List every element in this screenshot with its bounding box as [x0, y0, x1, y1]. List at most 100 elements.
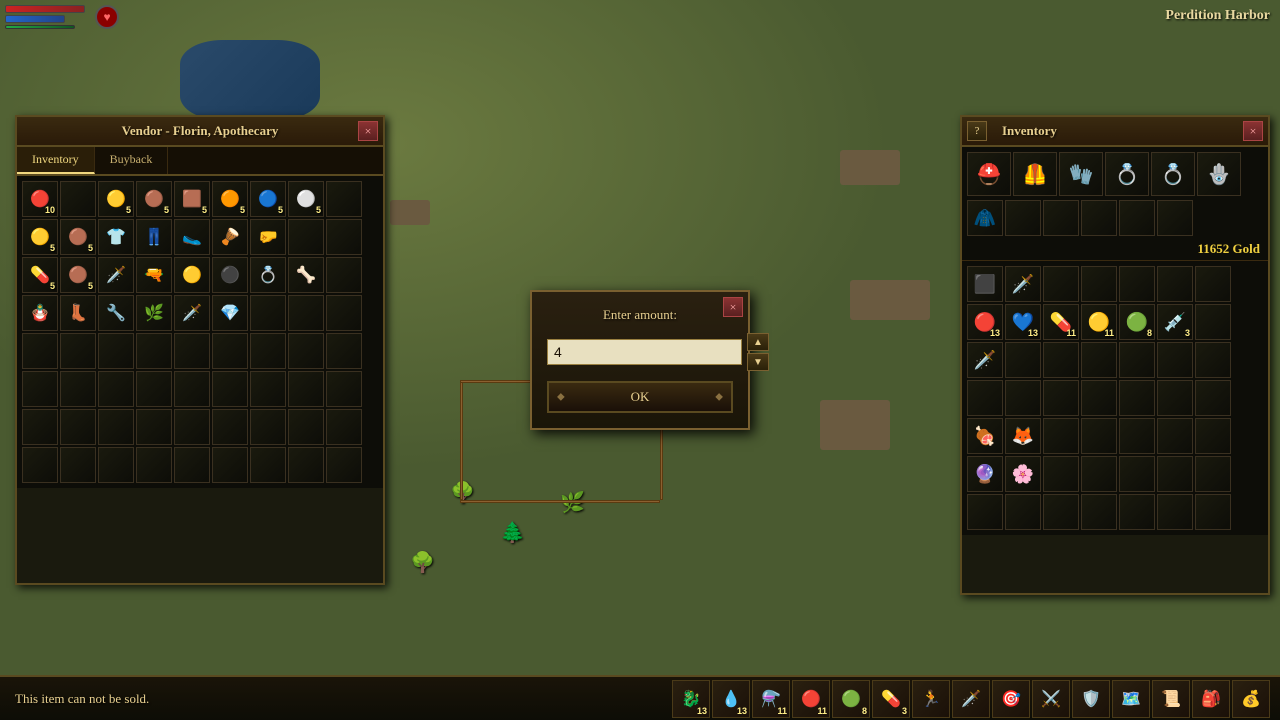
inventory-cell[interactable] — [1043, 418, 1079, 454]
vendor-cell[interactable] — [326, 409, 362, 445]
equipped-cell-2[interactable]: 🧥 — [967, 200, 1003, 236]
hotbar-slot[interactable]: 🎒 — [1192, 680, 1230, 718]
vendor-cell[interactable] — [60, 333, 96, 369]
inventory-cell[interactable]: 🦊 — [1005, 418, 1041, 454]
vendor-cell[interactable]: 🌿 — [136, 295, 172, 331]
vendor-cell[interactable] — [212, 333, 248, 369]
inventory-cell[interactable] — [1157, 266, 1193, 302]
inventory-cell[interactable] — [1043, 456, 1079, 492]
amount-input[interactable] — [547, 339, 742, 365]
inventory-cell[interactable]: 💙13 — [1005, 304, 1041, 340]
vendor-cell[interactable] — [250, 371, 286, 407]
vendor-cell[interactable] — [212, 447, 248, 483]
inventory-cell[interactable] — [1081, 342, 1117, 378]
vendor-cell[interactable] — [326, 219, 362, 255]
vendor-cell[interactable]: 🪆 — [22, 295, 58, 331]
tab-inventory[interactable]: Inventory — [17, 147, 95, 174]
vendor-cell[interactable] — [174, 371, 210, 407]
inventory-cell[interactable] — [1195, 304, 1231, 340]
inventory-cell[interactable]: 🗡️ — [967, 342, 1003, 378]
inventory-cell[interactable] — [1081, 380, 1117, 416]
hotbar-slot[interactable]: 🟢8 — [832, 680, 870, 718]
vendor-cell[interactable] — [60, 371, 96, 407]
vendor-cell[interactable]: 🟫5 — [174, 181, 210, 217]
inventory-cell[interactable] — [1157, 380, 1193, 416]
vendor-cell[interactable]: 🟤5 — [136, 181, 172, 217]
hotbar-slot[interactable]: 💊3 — [872, 680, 910, 718]
hotbar-slot[interactable]: 🎯 — [992, 680, 1030, 718]
vendor-cell[interactable] — [22, 409, 58, 445]
vendor-cell[interactable] — [326, 333, 362, 369]
inventory-cell[interactable]: 🌸 — [1005, 456, 1041, 492]
inventory-cell[interactable] — [1043, 342, 1079, 378]
vendor-cell[interactable]: ⚪5 — [288, 181, 324, 217]
vendor-cell[interactable]: 💍 — [250, 257, 286, 293]
vendor-cell[interactable]: 🟠5 — [212, 181, 248, 217]
vendor-cell[interactable]: 🔴10 — [22, 181, 58, 217]
inventory-cell[interactable] — [1195, 456, 1231, 492]
vendor-cell[interactable] — [136, 333, 172, 369]
inventory-cell[interactable] — [1119, 418, 1155, 454]
equipped-cell-2[interactable] — [1157, 200, 1193, 236]
inventory-cell[interactable] — [1043, 494, 1079, 530]
vendor-cell[interactable]: 👖 — [136, 219, 172, 255]
inventory-cell[interactable] — [1119, 380, 1155, 416]
inventory-cell[interactable] — [1119, 494, 1155, 530]
vendor-cell[interactable] — [136, 409, 172, 445]
vendor-cell[interactable] — [250, 447, 286, 483]
equipped-cell[interactable]: 🧤 — [1059, 152, 1103, 196]
vendor-cell[interactable]: 🟡5 — [22, 219, 58, 255]
inventory-cell[interactable] — [1157, 494, 1193, 530]
vendor-cell[interactable] — [98, 333, 134, 369]
hotbar-slot[interactable]: 🛡️ — [1072, 680, 1110, 718]
equipped-cell-2[interactable] — [1119, 200, 1155, 236]
vendor-cell[interactable] — [326, 181, 362, 217]
vendor-cell[interactable] — [98, 371, 134, 407]
inventory-cell[interactable] — [1157, 456, 1193, 492]
vendor-cell[interactable]: 👕 — [98, 219, 134, 255]
vendor-cell[interactable] — [174, 447, 210, 483]
inventory-cell[interactable] — [1157, 418, 1193, 454]
equipped-cell[interactable]: 🦺 — [1013, 152, 1057, 196]
inventory-cell[interactable]: 🍖 — [967, 418, 1003, 454]
vendor-cell[interactable]: 🗡️ — [174, 295, 210, 331]
vendor-cell[interactable] — [288, 447, 324, 483]
vendor-cell[interactable]: 🔧 — [98, 295, 134, 331]
inventory-cell[interactable] — [967, 494, 1003, 530]
vendor-cell[interactable] — [288, 219, 324, 255]
vendor-cell[interactable] — [60, 409, 96, 445]
inventory-cell[interactable]: ⬛ — [967, 266, 1003, 302]
inventory-cell[interactable] — [1119, 266, 1155, 302]
vendor-cell[interactable] — [250, 333, 286, 369]
vendor-cell[interactable] — [212, 371, 248, 407]
vendor-cell[interactable] — [98, 447, 134, 483]
equipped-cell[interactable]: 💍 — [1105, 152, 1149, 196]
equipped-cell[interactable]: 🪬 — [1197, 152, 1241, 196]
vendor-cell[interactable] — [250, 295, 286, 331]
vendor-cell[interactable]: 💎 — [212, 295, 248, 331]
vendor-cell[interactable] — [22, 447, 58, 483]
vendor-cell[interactable]: 🟡5 — [98, 181, 134, 217]
dialog-close-button[interactable]: × — [723, 297, 743, 317]
vendor-cell[interactable] — [326, 295, 362, 331]
vendor-cell[interactable] — [288, 371, 324, 407]
inventory-cell[interactable] — [1081, 456, 1117, 492]
inventory-cell[interactable] — [1043, 266, 1079, 302]
vendor-cell[interactable]: ⚫ — [212, 257, 248, 293]
vendor-cell[interactable]: 🗡️ — [98, 257, 134, 293]
equipped-cell-2[interactable] — [1005, 200, 1041, 236]
inventory-cell[interactable] — [1195, 380, 1231, 416]
hotbar-slot[interactable]: 🐉13 — [672, 680, 710, 718]
inventory-cell[interactable]: 🗡️ — [1005, 266, 1041, 302]
vendor-cell[interactable]: 🔫 — [136, 257, 172, 293]
hotbar-slot[interactable]: 💰 — [1232, 680, 1270, 718]
vendor-cell[interactable] — [22, 333, 58, 369]
equipped-cell[interactable]: ⛑️ — [967, 152, 1011, 196]
hotbar-slot[interactable]: 💧13 — [712, 680, 750, 718]
vendor-cell[interactable] — [22, 371, 58, 407]
inventory-cell[interactable] — [1195, 342, 1231, 378]
inventory-cell[interactable] — [1195, 266, 1231, 302]
equipped-cell[interactable]: 💍 — [1151, 152, 1195, 196]
spinner-down-button[interactable]: ▼ — [747, 353, 769, 371]
inventory-cell[interactable]: 🔴13 — [967, 304, 1003, 340]
